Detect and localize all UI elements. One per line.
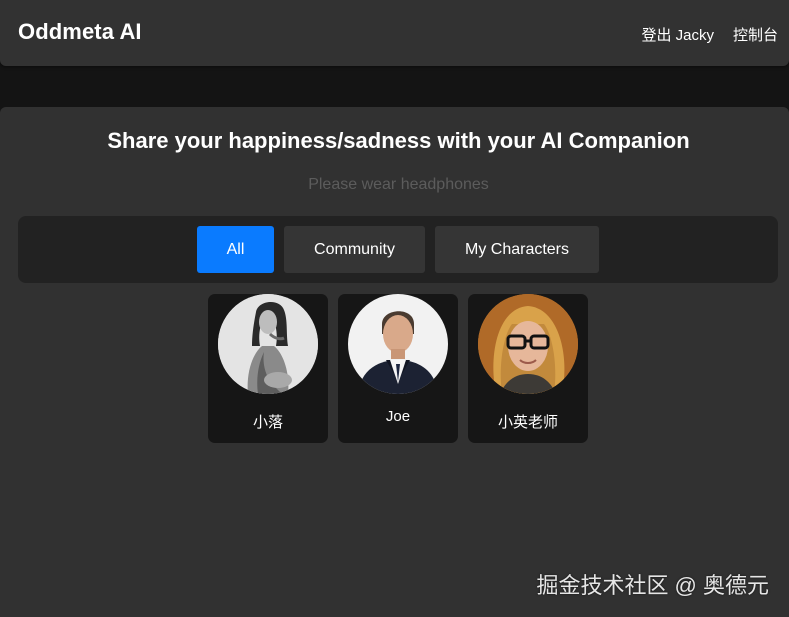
page-subtitle: Please wear headphones [308, 176, 489, 193]
character-card[interactable]: 小英老师 [468, 294, 588, 443]
tab-all[interactable]: All [197, 226, 274, 273]
character-name: 小落 [252, 414, 283, 431]
navbar: Oddmeta AI 登出 Jacky 控制台 [0, 0, 789, 66]
page-title: Share your happiness/sadness with your A… [107, 128, 690, 153]
character-avatar [348, 294, 448, 394]
character-card[interactable]: Joe [338, 294, 458, 443]
character-card[interactable]: 小落 [208, 294, 328, 443]
main-panel: Share your happiness/sadness with your A… [0, 107, 789, 617]
character-avatar [478, 294, 578, 394]
filter-tab-bar: All Community My Characters [18, 216, 778, 283]
tab-my-characters[interactable]: My Characters [435, 226, 599, 273]
character-avatar [218, 294, 318, 394]
console-link[interactable]: 控制台 [733, 24, 778, 45]
character-name: 小英老师 [497, 414, 558, 431]
watermark: 掘金技术社区 @ 奥德元 [536, 573, 769, 598]
logout-link[interactable]: 登出 Jacky [641, 24, 714, 45]
brand-logo[interactable]: Oddmeta AI [18, 19, 142, 45]
character-name: Joe [385, 408, 411, 425]
tab-community[interactable]: Community [284, 226, 425, 273]
nav-links: 登出 Jacky 控制台 [641, 24, 778, 45]
